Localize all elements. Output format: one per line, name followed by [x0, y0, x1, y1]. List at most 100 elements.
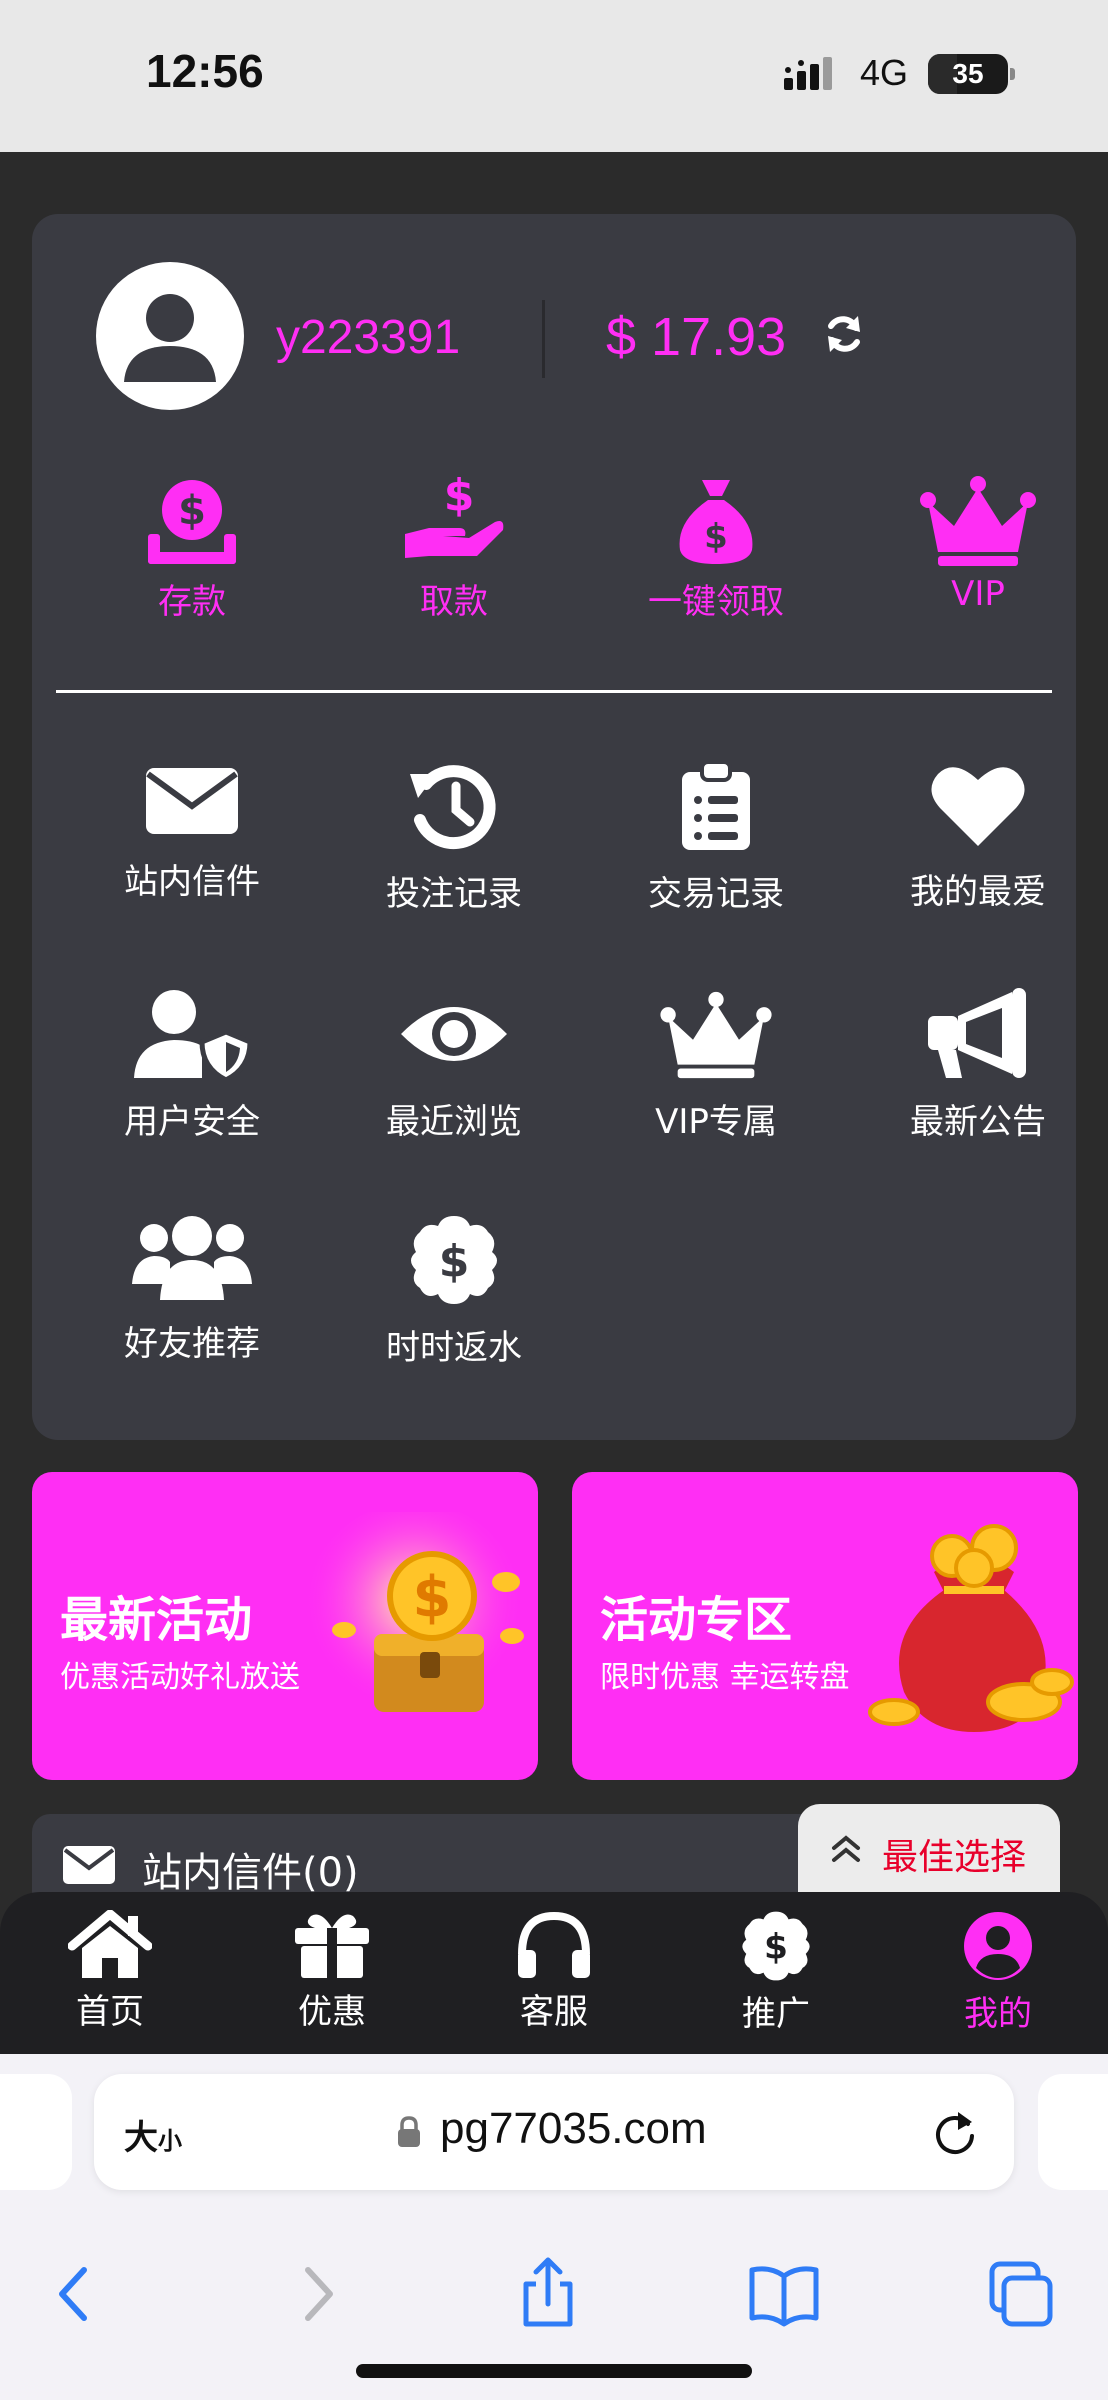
- refresh-icon[interactable]: [822, 312, 866, 356]
- promo-title: 最新活动: [60, 1592, 253, 1648]
- best-choice-button[interactable]: 最佳选择: [798, 1804, 1060, 1898]
- section-divider: [56, 690, 1052, 693]
- dollar-badge-icon: $: [742, 1911, 810, 1981]
- envelope-icon: [146, 768, 238, 834]
- back-icon[interactable]: [36, 2254, 116, 2334]
- nav-label: 我的: [964, 1994, 1032, 2034]
- deposit-icon: $: [148, 480, 236, 564]
- menu-label: 站内信件: [124, 862, 260, 902]
- svg-text:$: $: [439, 1236, 470, 1287]
- deposit-label: 存款: [158, 582, 226, 622]
- nav-home[interactable]: 首页: [30, 1910, 190, 2040]
- svg-text:$: $: [178, 488, 206, 534]
- text-size-button[interactable]: 大小: [124, 2110, 182, 2159]
- avatar[interactable]: [96, 262, 244, 410]
- menu-item-recent[interactable]: 最近浏览: [324, 988, 584, 1158]
- username: y223391: [276, 311, 461, 364]
- nav-promotions[interactable]: 优惠: [252, 1910, 412, 2040]
- withdraw-icon: $: [405, 472, 504, 558]
- nav-label: 推广: [742, 1994, 810, 2034]
- vip-button[interactable]: VIP: [848, 472, 1108, 632]
- promo-subtitle: 限时优惠 幸运转盘: [600, 1660, 850, 1695]
- coin-bag-icon: [868, 1524, 1074, 1732]
- user-circle-icon: [964, 1912, 1032, 1980]
- menu-label: 投注记录: [386, 874, 522, 914]
- menu-label: 最新公告: [910, 1102, 1046, 1142]
- vip-label: VIP: [951, 574, 1005, 614]
- battery-level: 35: [952, 58, 984, 89]
- eye-icon: [401, 1007, 507, 1061]
- menu-item-transactions[interactable]: 交易记录: [586, 760, 846, 930]
- history-icon: [410, 765, 496, 850]
- address-bar[interactable]: 大小 pg77035.com: [94, 2074, 1014, 2190]
- share-icon[interactable]: [508, 2254, 588, 2334]
- clipboard-icon: [682, 760, 750, 850]
- deposit-button[interactable]: $ 存款: [62, 472, 322, 632]
- svg-text:$: $: [704, 517, 728, 557]
- svg-text:$: $: [413, 1565, 452, 1630]
- dollar-badge-icon: $: [411, 1216, 497, 1304]
- menu-label: 好友推荐: [124, 1324, 260, 1364]
- text-size-small: 小: [158, 2127, 182, 2155]
- withdraw-label: 取款: [420, 582, 488, 622]
- envelope-icon: [63, 1846, 115, 1884]
- gold-coin-chest-icon: $: [304, 1512, 524, 1722]
- home-icon: [68, 1910, 152, 1978]
- claim-all-label: 一键领取: [648, 582, 784, 622]
- gift-icon: [295, 1914, 369, 1978]
- text-size-large: 大: [124, 2118, 158, 2158]
- menu-label: 交易记录: [648, 874, 784, 914]
- heart-icon: [931, 767, 1025, 846]
- browser-chrome: 大小 pg77035.com: [0, 2054, 1108, 2400]
- nav-referral[interactable]: $ 推广: [696, 1910, 856, 2040]
- home-indicator: [356, 2364, 752, 2378]
- nav-label: 优惠: [298, 1992, 366, 2032]
- money-bag-icon: $: [679, 480, 753, 564]
- reload-icon[interactable]: [932, 2108, 978, 2156]
- svg-text:$: $: [764, 1928, 788, 1968]
- user-shield-icon: [134, 990, 252, 1080]
- menu-item-inbox[interactable]: 站内信件: [62, 760, 322, 930]
- nav-profile[interactable]: 我的: [918, 1910, 1078, 2040]
- menu-label: 最近浏览: [386, 1102, 522, 1142]
- status-bar: 12:56 4G 35: [0, 0, 1108, 152]
- menu-item-rebate[interactable]: $ 时时返水: [324, 1214, 584, 1384]
- bottom-nav: 首页 优惠 客服 $ 推广 我的: [0, 1892, 1108, 2054]
- lock-icon: [398, 2116, 420, 2147]
- bookmarks-icon[interactable]: [744, 2254, 824, 2334]
- divider: [542, 300, 545, 378]
- promo-title: 活动专区: [600, 1592, 793, 1648]
- forward-icon[interactable]: [276, 2254, 356, 2334]
- nav-support[interactable]: 客服: [474, 1910, 634, 2040]
- claim-all-button[interactable]: $ 一键领取: [586, 472, 846, 632]
- menu-item-vip-exclusive[interactable]: VIP专属: [586, 988, 846, 1158]
- menu-label: 时时返水: [386, 1328, 522, 1368]
- nav-label: 首页: [76, 1992, 144, 2032]
- status-time: 12:56: [146, 45, 264, 97]
- crown-icon: [920, 476, 1036, 566]
- adjacent-tab-left[interactable]: [0, 2074, 72, 2190]
- svg-text:$: $: [444, 472, 475, 521]
- nav-label: 客服: [520, 1992, 588, 2032]
- promo-latest-events[interactable]: 最新活动 优惠活动好礼放送 $: [32, 1472, 538, 1780]
- network-type: 4G: [860, 52, 909, 93]
- best-choice-label: 最佳选择: [882, 1837, 1027, 1878]
- headset-icon: [518, 1911, 590, 1978]
- crown-icon: [660, 991, 772, 1079]
- menu-item-announcements[interactable]: 最新公告: [848, 988, 1108, 1158]
- balance: $ 17.93: [606, 307, 787, 367]
- menu-item-bet-history[interactable]: 投注记录: [324, 760, 584, 930]
- menu-label: 我的最爱: [910, 872, 1046, 912]
- menu-item-favorites[interactable]: 我的最爱: [848, 760, 1108, 930]
- promo-event-zone[interactable]: 活动专区 限时优惠 幸运转盘: [572, 1472, 1078, 1780]
- menu-item-referral[interactable]: 好友推荐: [62, 1214, 322, 1384]
- promo-subtitle: 优惠活动好礼放送: [60, 1660, 300, 1695]
- url-text: pg77035.com: [440, 2104, 707, 2153]
- adjacent-tab-right[interactable]: [1038, 2074, 1108, 2190]
- withdraw-button[interactable]: $ 取款: [324, 472, 584, 632]
- tabs-icon[interactable]: [980, 2254, 1060, 2334]
- users-icon: [132, 1216, 252, 1300]
- menu-item-security[interactable]: 用户安全: [62, 988, 322, 1158]
- user-avatar-icon: [124, 294, 216, 382]
- menu-label: 用户安全: [124, 1102, 260, 1142]
